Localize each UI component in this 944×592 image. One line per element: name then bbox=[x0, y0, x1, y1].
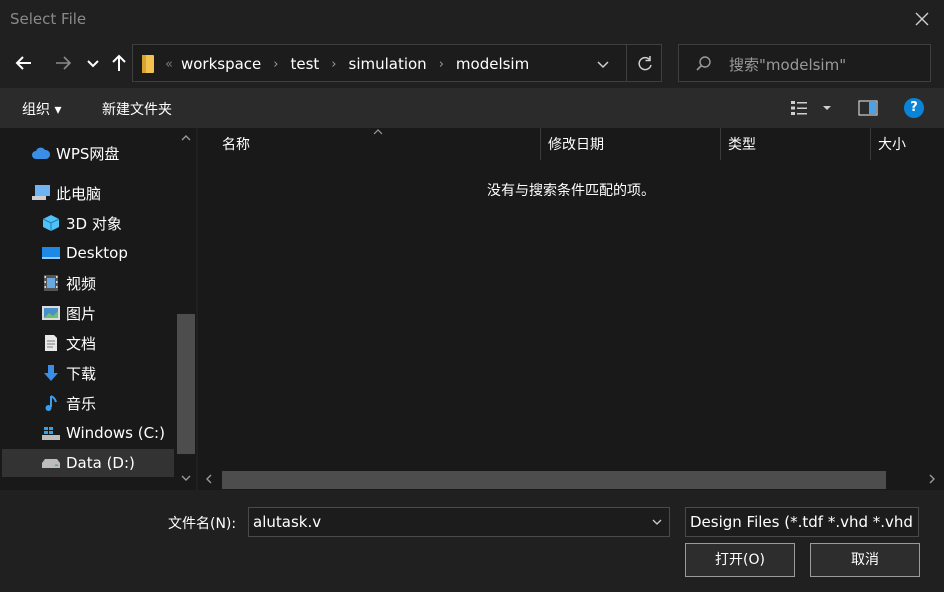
column-header-name[interactable]: 名称 bbox=[222, 128, 250, 160]
document-icon bbox=[40, 333, 62, 353]
close-icon[interactable] bbox=[912, 9, 932, 29]
empty-state-message: 没有与搜索条件匹配的项。 bbox=[487, 183, 655, 199]
sidebar-item-wps-cloud[interactable]: WPS网盘 bbox=[30, 139, 119, 167]
scroll-right-icon[interactable] bbox=[928, 474, 936, 484]
scroll-left-icon[interactable] bbox=[205, 474, 213, 484]
drive-icon bbox=[40, 453, 62, 473]
sidebar-item-label: 音乐 bbox=[66, 394, 97, 413]
search-box[interactable]: 搜索"modelsim" bbox=[678, 44, 931, 82]
filename-label: 文件名(N): bbox=[168, 516, 237, 532]
filename-combobox[interactable] bbox=[248, 507, 670, 537]
new-folder-button[interactable]: 新建文件夹 bbox=[102, 99, 172, 119]
preview-pane-icon[interactable] bbox=[858, 100, 878, 116]
title-bar: Select File bbox=[0, 0, 944, 38]
navigation-pane: WPS网盘 此电脑 3D 对象 Desktop 视频 图片 文档 下载 音乐 W… bbox=[0, 128, 196, 490]
video-icon bbox=[40, 273, 62, 293]
scrollbar-thumb[interactable] bbox=[222, 471, 886, 489]
cloud-icon bbox=[30, 143, 52, 163]
filetype-value: Design Files (*.tdf *.vhd *.vhd bbox=[690, 513, 913, 531]
filetype-select[interactable]: Design Files (*.tdf *.vhd *.vhd bbox=[685, 507, 919, 537]
breadcrumb-workspace[interactable]: workspace bbox=[181, 55, 261, 73]
chevron-right-icon[interactable]: › bbox=[273, 57, 278, 72]
picture-icon bbox=[40, 303, 62, 323]
sidebar-item-label: 下载 bbox=[66, 364, 97, 383]
dialog-footer: 文件名(N): Design Files (*.tdf *.vhd *.vhd … bbox=[0, 490, 944, 592]
scrollbar-thumb[interactable] bbox=[177, 314, 195, 454]
open-button[interactable]: 打开(O) bbox=[685, 543, 795, 577]
download-icon bbox=[40, 363, 62, 383]
forward-arrow-icon[interactable] bbox=[51, 51, 75, 75]
sidebar-item-label: 图片 bbox=[66, 304, 97, 323]
file-list: 名称 修改日期 类型 大小 没有与搜索条件匹配的项。 bbox=[198, 128, 944, 490]
refresh-icon[interactable] bbox=[635, 54, 655, 74]
chevron-right-icon[interactable]: › bbox=[439, 57, 444, 72]
column-header-size[interactable]: 大小 bbox=[878, 128, 906, 160]
sidebar-item-pictures[interactable]: 图片 bbox=[40, 299, 96, 327]
sidebar-item-data-d[interactable]: Data (D:) bbox=[2, 449, 174, 477]
sidebar-item-this-pc[interactable]: 此电脑 bbox=[30, 179, 101, 207]
sidebar-item-label: Data (D:) bbox=[66, 454, 135, 472]
sidebar-item-label: WPS网盘 bbox=[56, 144, 120, 163]
folder-icon bbox=[142, 55, 154, 73]
chevron-down-icon[interactable] bbox=[651, 516, 663, 528]
cube-icon bbox=[40, 213, 62, 233]
address-dropdown-icon[interactable] bbox=[593, 54, 613, 74]
divider bbox=[626, 45, 627, 81]
address-bar[interactable]: « workspace › test › simulation › models… bbox=[132, 44, 662, 82]
search-placeholder: 搜索"modelsim" bbox=[729, 56, 847, 74]
organize-button[interactable]: 组织 ▾ bbox=[22, 99, 61, 119]
sidebar-item-windows-c[interactable]: Windows (C:) bbox=[40, 419, 165, 447]
column-divider[interactable] bbox=[870, 128, 871, 160]
sidebar-item-label: 3D 对象 bbox=[66, 214, 122, 233]
sidebar-item-downloads[interactable]: 下载 bbox=[40, 359, 96, 387]
column-divider[interactable] bbox=[720, 128, 721, 160]
view-options-icon[interactable] bbox=[790, 99, 838, 117]
music-icon bbox=[40, 393, 62, 413]
sidebar-item-label: 此电脑 bbox=[56, 184, 102, 203]
sort-ascending-icon bbox=[373, 129, 383, 135]
windows-drive-icon bbox=[40, 423, 62, 443]
breadcrumb: « workspace › test › simulation › models… bbox=[165, 54, 529, 74]
column-header-type[interactable]: 类型 bbox=[728, 128, 756, 160]
breadcrumb-test[interactable]: test bbox=[290, 55, 319, 73]
help-icon[interactable]: ? bbox=[904, 98, 924, 118]
filename-input[interactable] bbox=[253, 512, 643, 532]
desktop-icon bbox=[40, 243, 62, 263]
navigation-bar: « workspace › test › simulation › models… bbox=[0, 38, 944, 88]
chevron-right-icon[interactable]: › bbox=[331, 57, 336, 72]
sidebar-scrollbar[interactable] bbox=[176, 128, 196, 490]
scroll-up-icon[interactable] bbox=[181, 134, 191, 142]
sidebar-item-videos[interactable]: 视频 bbox=[40, 269, 96, 297]
toolbar: 组织 ▾ 新建文件夹 ? bbox=[0, 88, 944, 128]
sidebar-item-label: Windows (C:) bbox=[66, 424, 165, 442]
window-title: Select File bbox=[10, 10, 87, 28]
breadcrumb-modelsim[interactable]: modelsim bbox=[456, 55, 529, 73]
recent-locations-chevron-icon[interactable] bbox=[83, 51, 103, 75]
cancel-button[interactable]: 取消 bbox=[810, 543, 920, 577]
back-arrow-icon[interactable] bbox=[12, 51, 36, 75]
breadcrumb-simulation[interactable]: simulation bbox=[349, 55, 427, 73]
sidebar-item-3d-objects[interactable]: 3D 对象 bbox=[40, 209, 122, 237]
up-arrow-icon[interactable] bbox=[107, 51, 131, 75]
sidebar-item-music[interactable]: 音乐 bbox=[40, 389, 96, 417]
search-icon bbox=[696, 56, 711, 71]
column-divider[interactable] bbox=[540, 128, 541, 160]
sidebar-item-label: Desktop bbox=[66, 244, 128, 262]
sidebar-item-label: 文档 bbox=[66, 334, 97, 353]
scroll-down-icon[interactable] bbox=[181, 474, 191, 482]
computer-icon bbox=[30, 183, 52, 203]
sidebar-item-documents[interactable]: 文档 bbox=[40, 329, 96, 357]
horizontal-scrollbar[interactable] bbox=[198, 470, 944, 490]
sidebar-item-label: 视频 bbox=[66, 274, 97, 293]
column-header-modified[interactable]: 修改日期 bbox=[548, 128, 604, 160]
sidebar-item-desktop[interactable]: Desktop bbox=[40, 239, 128, 267]
breadcrumb-overflow-icon[interactable]: « bbox=[165, 57, 173, 72]
